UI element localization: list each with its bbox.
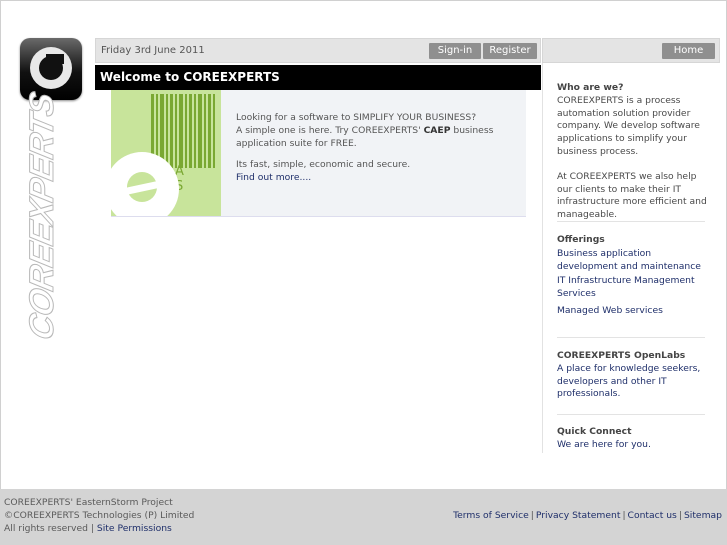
who-are-we-title: Who are we? — [557, 82, 624, 93]
quick-connect-section: Quick Connect We are here for you. — [557, 426, 707, 452]
divider — [557, 337, 705, 338]
offerings-section: Offerings Business application developme… — [557, 234, 707, 318]
terms-of-service-link[interactable]: Terms of Service — [453, 510, 529, 521]
find-out-more-link[interactable]: Find out more.... — [236, 172, 311, 183]
current-date: Friday 3rd June 2011 — [101, 45, 205, 56]
offering-link-managed-web[interactable]: Managed Web services — [557, 305, 707, 318]
top-bar: Friday 3rd June 2011 Sign-in Register — [95, 38, 541, 63]
footer: COREEXPERTS' EasternStorm Project ©COREE… — [0, 489, 727, 545]
who-are-we-text-1: COREEXPERTS is a process automation solu… — [557, 94, 700, 157]
footer-project-name: COREEXPERTS' EasternStorm Project — [4, 497, 173, 508]
vertical-brand-text: COREEXPERTS — [23, 89, 62, 344]
eas-letters: A S — [175, 164, 194, 194]
divider — [557, 414, 705, 415]
welcome-heading: Welcome to COREEXPERTS — [95, 65, 541, 90]
footer-copyright: COREEXPERTS' EasternStorm Project ©COREE… — [4, 497, 194, 535]
top-bar-right: Home — [542, 38, 720, 63]
quick-connect-title[interactable]: Quick Connect — [557, 426, 707, 439]
promo-banner: A S Looking for a software to SIMPLIFY Y… — [111, 90, 526, 217]
promo-text: Looking for a software to SIMPLIFY YOUR … — [236, 111, 526, 192]
offerings-title: Offerings — [557, 234, 605, 245]
home-button[interactable]: Home — [662, 43, 715, 59]
footer-divider: | — [530, 510, 534, 521]
who-are-we-section: Who are we? COREEXPERTS is a process aut… — [557, 82, 707, 222]
quick-connect-text[interactable]: We are here for you. — [557, 439, 707, 452]
right-sidebar: Who are we? COREEXPERTS is a process aut… — [542, 63, 721, 453]
footer-company: ©COREEXPERTS Technologies (P) Limited — [4, 509, 195, 521]
privacy-statement-link[interactable]: Privacy Statement — [536, 510, 621, 521]
promo-line-1: Looking for a software to SIMPLIFY YOUR … — [236, 112, 477, 123]
sitemap-link[interactable]: Sitemap — [684, 510, 722, 521]
offering-link-it-infrastructure[interactable]: IT Infrastructure Management Services — [557, 275, 707, 301]
sign-in-button[interactable]: Sign-in — [429, 43, 481, 59]
openlabs-text[interactable]: A place for knowledge seekers, developer… — [557, 363, 707, 401]
footer-links: Terms of Service | Privacy Statement | Conta… — [453, 510, 722, 521]
footer-divider: | — [678, 510, 682, 521]
site-permissions-link[interactable]: Site Permissions — [97, 523, 172, 534]
openlabs-title[interactable]: COREEXPERTS OpenLabs — [557, 350, 707, 363]
divider — [557, 221, 705, 222]
register-button[interactable]: Register — [483, 43, 537, 59]
eas-product-image: A S — [111, 90, 221, 216]
footer-divider: | — [622, 510, 626, 521]
contact-us-link[interactable]: Contact us — [628, 510, 677, 521]
who-are-we-text-2: At COREEXPERTS we also help our clients … — [557, 170, 707, 221]
openlabs-section: COREEXPERTS OpenLabs A place for knowled… — [557, 350, 707, 401]
caep-product-name: CAEP — [423, 125, 451, 136]
footer-rights: All rights reserved | — [4, 522, 94, 534]
promo-line-3: Its fast, simple, economic and secure. — [236, 159, 411, 170]
promo-line-2-prefix: A simple one is here. Try COREEXPERTS' — [236, 125, 421, 136]
offering-link-business-apps[interactable]: Business application development and mai… — [557, 248, 707, 274]
